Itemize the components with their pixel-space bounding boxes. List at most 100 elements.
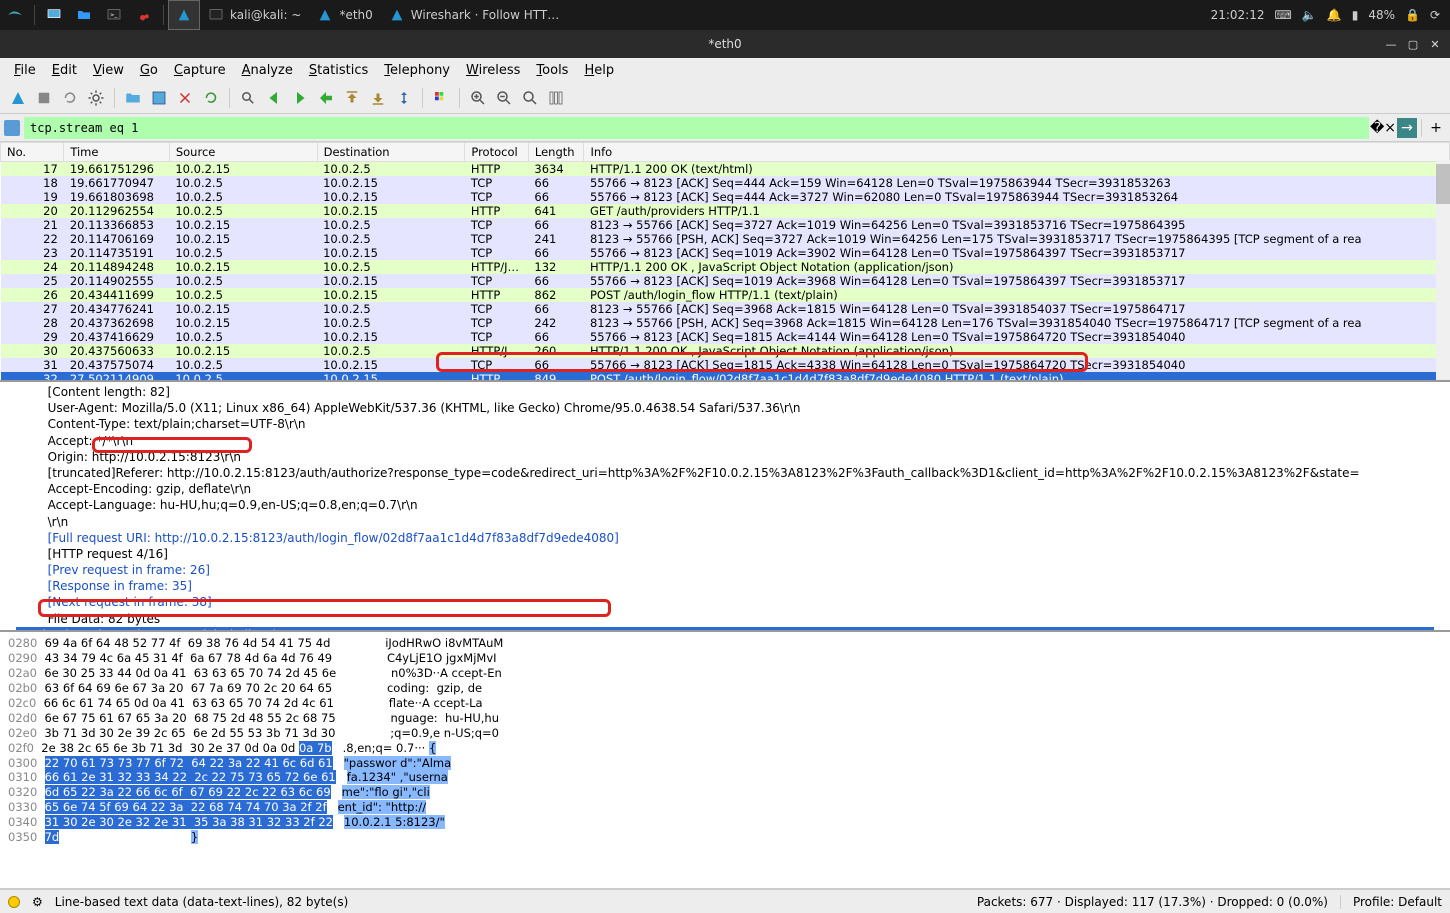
- stop-icon: [35, 89, 53, 107]
- capture-options-button[interactable]: [84, 86, 108, 110]
- maximize-button[interactable]: ▢: [1404, 37, 1422, 51]
- packet-row[interactable]: 1919.66180369810.0.2.510.0.2.15TCP665576…: [1, 190, 1450, 204]
- expert-info-button[interactable]: [8, 896, 20, 908]
- column-header[interactable]: Destination: [317, 143, 465, 162]
- goto-icon: [317, 89, 335, 107]
- column-header[interactable]: Length: [528, 143, 584, 162]
- packet-row[interactable]: 2720.43477624110.0.2.1510.0.2.5TCP668123…: [1, 302, 1450, 316]
- restart-capture-button[interactable]: [58, 86, 82, 110]
- packet-row[interactable]: 2520.11490255510.0.2.510.0.2.15TCP665576…: [1, 274, 1450, 288]
- colorize-button[interactable]: [429, 86, 453, 110]
- auto-scroll-button[interactable]: [392, 86, 416, 110]
- menu-analyze[interactable]: Analyze: [236, 61, 299, 80]
- packet-row[interactable]: 2920.43741662910.0.2.510.0.2.15TCP665576…: [1, 330, 1450, 344]
- search-icon: [239, 89, 257, 107]
- packet-row[interactable]: 2420.11489424810.0.2.1510.0.2.5HTTP/J…13…: [1, 260, 1450, 274]
- menu-help[interactable]: Help: [578, 61, 620, 80]
- kali-menu-button[interactable]: [0, 0, 30, 30]
- packet-list-pane[interactable]: No.TimeSourceDestinationProtocolLengthIn…: [0, 142, 1450, 382]
- battery-icon[interactable]: ▮: [1352, 8, 1359, 22]
- zoom-out-button[interactable]: [492, 86, 516, 110]
- go-forward-button[interactable]: [288, 86, 312, 110]
- resize-columns-button[interactable]: [544, 86, 568, 110]
- column-header[interactable]: No.: [1, 143, 64, 162]
- packet-row[interactable]: 2620.43441169910.0.2.510.0.2.15HTTP862PO…: [1, 288, 1450, 302]
- taskbar-task[interactable]: Wireshark · Follow HTT…: [381, 0, 567, 30]
- reload-button[interactable]: [199, 86, 223, 110]
- capture-file-props-button[interactable]: ⚙: [32, 895, 43, 909]
- file-manager-button[interactable]: [69, 0, 99, 30]
- close-button[interactable]: ✕: [1426, 37, 1444, 51]
- menu-go[interactable]: Go: [134, 61, 164, 80]
- cherrytree-button[interactable]: [129, 0, 159, 30]
- zoom-reset-button[interactable]: [518, 86, 542, 110]
- folder-open-icon: [124, 89, 142, 107]
- zoom-in-button[interactable]: [466, 86, 490, 110]
- packet-row[interactable]: 2020.11296255410.0.2.510.0.2.15HTTP641GE…: [1, 204, 1450, 218]
- packet-bytes-pane[interactable]: 0280 69 4a 6f 64 48 52 77 4f 69 38 76 4d…: [0, 632, 1450, 889]
- apply-filter-button[interactable]: →: [1397, 118, 1417, 138]
- last-packet-button[interactable]: [366, 86, 390, 110]
- packet-row[interactable]: 1719.66175129610.0.2.1510.0.2.5HTTP3634H…: [1, 162, 1450, 177]
- menu-tools[interactable]: Tools: [530, 61, 574, 80]
- column-header[interactable]: Source: [169, 143, 317, 162]
- menu-edit[interactable]: Edit: [46, 61, 83, 80]
- menu-telephony[interactable]: Telephony: [378, 61, 456, 80]
- go-to-packet-button[interactable]: [314, 86, 338, 110]
- folder-icon: [76, 7, 92, 23]
- notification-icon[interactable]: 🔔: [1327, 8, 1342, 22]
- close-file-icon: [176, 89, 194, 107]
- display-filter-input[interactable]: [24, 117, 1369, 139]
- first-packet-button[interactable]: [340, 86, 364, 110]
- taskbar-task[interactable]: *eth0: [309, 0, 380, 30]
- close-file-button[interactable]: [173, 86, 197, 110]
- packet-row[interactable]: 2120.11336685310.0.2.1510.0.2.5TCP668123…: [1, 218, 1450, 232]
- start-capture-button[interactable]: [6, 86, 30, 110]
- packet-row[interactable]: 3227.50211490910.0.2.510.0.2.15HTTP849PO…: [1, 372, 1450, 382]
- packet-row[interactable]: 3120.43757507410.0.2.510.0.2.15TCP665576…: [1, 358, 1450, 372]
- colorize-icon: [432, 89, 450, 107]
- power-icon[interactable]: ⟳: [1430, 8, 1440, 22]
- columns-icon: [547, 89, 565, 107]
- volume-icon[interactable]: 🔈: [1302, 8, 1317, 22]
- titlebar[interactable]: *eth0 — ▢ ✕: [0, 30, 1450, 58]
- packet-details-pane[interactable]: [Content length: 82] User-Agent: Mozilla…: [0, 382, 1450, 632]
- clock[interactable]: 21:02:12: [1211, 8, 1265, 22]
- column-header[interactable]: Info: [584, 143, 1450, 162]
- add-filter-button[interactable]: +: [1426, 118, 1446, 138]
- column-header[interactable]: Protocol: [465, 143, 529, 162]
- desktop-icon: [46, 7, 62, 23]
- taskbar-task[interactable]: [168, 0, 200, 30]
- column-header[interactable]: Time: [64, 143, 170, 162]
- reload-icon: [202, 89, 220, 107]
- packet-row[interactable]: 3020.43756063310.0.2.1510.0.2.5HTTP/J…26…: [1, 344, 1450, 358]
- display-filter-bar: �× → +: [0, 114, 1450, 142]
- menu-file[interactable]: File: [8, 61, 42, 80]
- packet-row[interactable]: 1819.66177094710.0.2.510.0.2.15TCP665576…: [1, 176, 1450, 190]
- minimize-button[interactable]: —: [1382, 37, 1400, 51]
- find-button[interactable]: [236, 86, 260, 110]
- packet-row[interactable]: 2320.11473519110.0.2.510.0.2.15TCP665576…: [1, 246, 1450, 260]
- clear-filter-button[interactable]: �×: [1373, 118, 1393, 138]
- menu-view[interactable]: View: [87, 61, 130, 80]
- packet-list-scrollbar[interactable]: [1436, 160, 1450, 380]
- terminal-launcher-button[interactable]: >_: [99, 0, 129, 30]
- lock-icon[interactable]: 🔒: [1405, 8, 1420, 22]
- menu-wireless[interactable]: Wireless: [460, 61, 526, 80]
- zoom-reset-icon: [521, 89, 539, 107]
- menu-capture[interactable]: Capture: [168, 61, 232, 80]
- show-desktop-button[interactable]: [39, 0, 69, 30]
- packet-row[interactable]: 2820.43736269810.0.2.1510.0.2.5TCP242812…: [1, 316, 1450, 330]
- status-profile[interactable]: Profile: Default: [1340, 895, 1442, 909]
- menu-statistics[interactable]: Statistics: [303, 61, 374, 80]
- wireshark-window: *eth0 — ▢ ✕ FileEditViewGoCaptureAnalyze…: [0, 30, 1450, 913]
- packet-row[interactable]: 2220.11470616910.0.2.1510.0.2.5TCP241812…: [1, 232, 1450, 246]
- restart-icon: [61, 89, 79, 107]
- filter-bookmark-button[interactable]: [4, 120, 20, 136]
- open-file-button[interactable]: [121, 86, 145, 110]
- keyboard-icon[interactable]: ⌨: [1274, 8, 1291, 22]
- stop-capture-button[interactable]: [32, 86, 56, 110]
- go-back-button[interactable]: [262, 86, 286, 110]
- save-file-button[interactable]: [147, 86, 171, 110]
- taskbar-task[interactable]: kali@kali: ~: [200, 0, 309, 30]
